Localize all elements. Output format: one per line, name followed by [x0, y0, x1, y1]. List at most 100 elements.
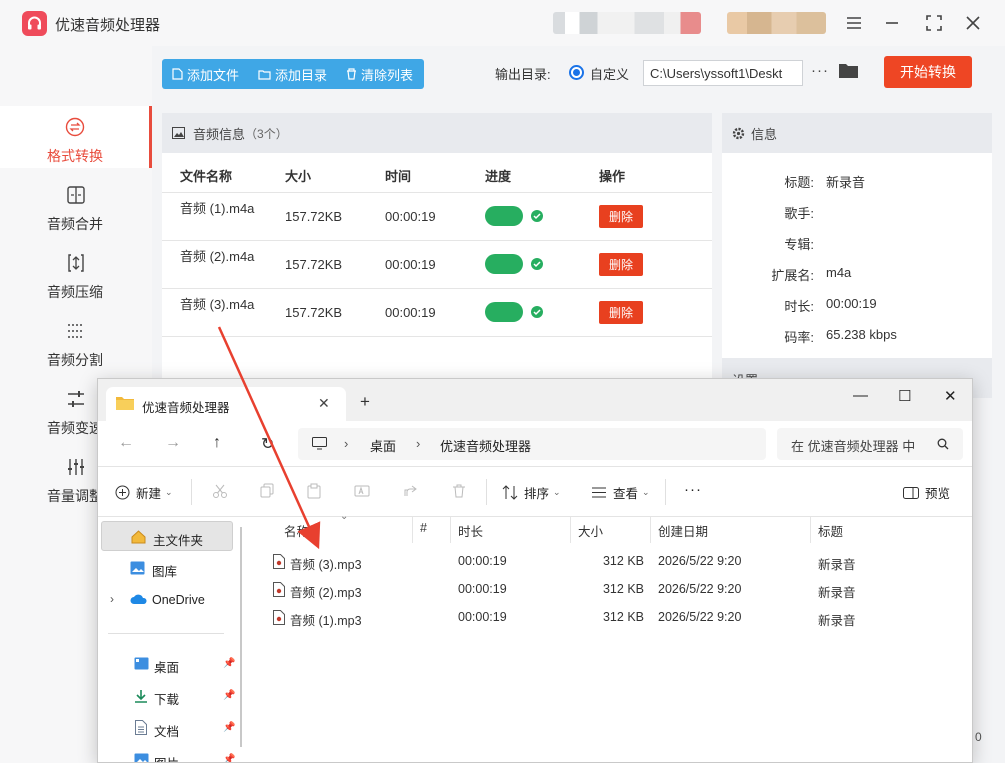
nav-scrollbar[interactable] — [238, 517, 244, 762]
browse-more-icon[interactable]: ··· — [811, 62, 829, 79]
open-folder-icon[interactable] — [838, 62, 859, 82]
col-action: 操作 — [599, 169, 626, 184]
background-status-text: 0 — [975, 730, 982, 744]
pin-icon[interactable]: 📌 — [223, 754, 235, 762]
info-value: 65.238 kbps — [826, 327, 897, 342]
menu-icon[interactable] — [841, 10, 867, 36]
refresh-icon[interactable]: ↻ — [261, 434, 274, 454]
list-item[interactable]: 音频 (3).mp3 00:00:19 312 KB 2026/5/22 9:2… — [248, 548, 968, 576]
nav-label: 桌面 — [154, 661, 180, 675]
file-created: 2026/5/22 9:20 — [658, 554, 742, 568]
delete-button[interactable]: 删除 — [599, 301, 643, 324]
close-tab-icon[interactable]: ✕ — [318, 395, 330, 412]
preview-label: 预览 — [925, 487, 951, 501]
explorer-tab[interactable]: 优速音频处理器 ✕ — [106, 387, 346, 421]
sort-icon — [502, 485, 518, 500]
col-size[interactable]: 大小 — [578, 521, 603, 540]
nav-item-documents[interactable]: 文档 📌 — [101, 713, 235, 743]
nav-label: 图片 — [154, 753, 179, 762]
back-icon[interactable]: ← — [118, 434, 134, 452]
file-toolbar: 添加文件 添加目录 清除列表 — [162, 59, 424, 89]
up-icon[interactable]: ↑ — [213, 434, 221, 452]
nav-item-pictures[interactable]: 图片 📌 — [101, 745, 235, 762]
sidebar-item-split[interactable]: 音频分割 — [0, 310, 152, 372]
format-convert-icon — [0, 116, 149, 138]
search-placeholder: 在 优速音频处理器 中 — [791, 439, 916, 454]
sidebar-item-compress[interactable]: 音频压缩 — [0, 242, 152, 304]
close-icon[interactable] — [960, 10, 986, 36]
explorer-nav-bar: ← → ↑ ↻ › 桌面 › 优速音频处理器 在 优速音频处理器 中 — [98, 421, 972, 467]
col-duration[interactable]: 时长 — [458, 521, 483, 540]
clear-list-button[interactable]: 清除列表 — [336, 59, 422, 89]
col-created[interactable]: 创建日期 — [658, 521, 708, 540]
audio-file-icon — [273, 554, 285, 569]
col-name[interactable]: 名称 — [284, 521, 309, 540]
list-item[interactable]: 音频 (1).mp3 00:00:19 312 KB 2026/5/22 9:2… — [248, 604, 968, 632]
divider — [450, 517, 451, 543]
nav-item-downloads[interactable]: 下载 📌 — [101, 681, 235, 711]
nav-item-gallery[interactable]: 图库 — [101, 553, 233, 583]
address-bar[interactable]: › 桌面 › 优速音频处理器 — [298, 428, 766, 460]
add-directory-label: 添加目录 — [275, 67, 328, 83]
minimize-icon[interactable]: — — [853, 387, 868, 404]
chevron-right-icon[interactable]: › — [110, 592, 114, 606]
preview-button[interactable]: 预览 — [903, 483, 950, 502]
redacted-user-info — [553, 12, 701, 34]
add-directory-button[interactable]: 添加目录 — [248, 59, 336, 89]
breadcrumb-folder[interactable]: 优速音频处理器 — [440, 436, 531, 455]
compress-icon — [0, 252, 152, 274]
col-title[interactable]: 标题 — [818, 521, 843, 540]
info-value: 00:00:19 — [826, 296, 877, 311]
rename-icon[interactable] — [354, 483, 370, 502]
table-row: 音频 (2).m4a 157.72KB 00:00:19 删除 — [162, 241, 712, 289]
redacted-account — [727, 12, 826, 34]
delete-icon[interactable] — [451, 483, 467, 502]
delete-button[interactable]: 删除 — [599, 205, 643, 228]
maximize-icon[interactable]: ☐ — [898, 387, 911, 405]
file-size: 157.72KB — [285, 257, 343, 272]
check-icon — [531, 306, 543, 318]
new-button[interactable]: 新建 ⌄ — [115, 483, 173, 502]
audio-file-icon — [273, 582, 285, 597]
nav-item-desktop[interactable]: 桌面 📌 — [101, 649, 235, 679]
explorer-command-bar: 新建 ⌄ 排序 ⌄ 查看 ⌄ ··· 预览 — [98, 467, 972, 517]
list-scrollbar[interactable] — [966, 517, 972, 762]
chevron-down-icon: ⌄ — [642, 487, 650, 497]
audio-panel-title: 音频信息 — [193, 126, 246, 142]
list-item[interactable]: 音频 (2).mp3 00:00:19 312 KB 2026/5/22 9:2… — [248, 576, 968, 604]
sort-button[interactable]: 排序 ⌄ — [502, 483, 561, 502]
nav-item-onedrive[interactable]: › OneDrive — [101, 585, 233, 615]
info-key: 专辑: — [784, 237, 814, 252]
sidebar-item-format-convert[interactable]: 格式转换 — [0, 106, 152, 168]
search-input[interactable]: 在 优速音频处理器 中 — [777, 428, 963, 460]
share-icon[interactable] — [402, 483, 418, 502]
custom-radio[interactable] — [569, 65, 584, 80]
pin-icon[interactable]: 📌 — [223, 722, 235, 733]
output-path-input[interactable] — [643, 60, 803, 86]
delete-button[interactable]: 删除 — [599, 253, 643, 276]
maximize-icon[interactable] — [921, 10, 947, 36]
start-convert-button[interactable]: 开始转换 — [884, 56, 972, 88]
copy-icon[interactable] — [259, 483, 275, 502]
forward-icon[interactable]: → — [165, 434, 181, 452]
view-button[interactable]: 查看 ⌄ — [591, 483, 650, 502]
divider — [191, 479, 192, 505]
new-tab-icon[interactable]: + — [360, 392, 370, 412]
nav-item-home[interactable]: 主文件夹 — [101, 521, 233, 551]
pin-icon[interactable]: 📌 — [223, 690, 235, 701]
sort-label: 排序 — [524, 487, 550, 501]
info-key: 标题: — [784, 175, 814, 190]
close-icon[interactable]: ✕ — [944, 387, 957, 405]
paste-icon[interactable] — [306, 483, 322, 502]
file-time: 00:00:19 — [385, 257, 436, 272]
minimize-icon[interactable] — [879, 10, 905, 36]
add-file-button[interactable]: 添加文件 — [162, 59, 248, 89]
pin-icon[interactable]: 📌 — [223, 658, 235, 669]
file-name: 音频 (2).mp3 — [290, 586, 362, 600]
preview-pane-icon — [903, 486, 919, 499]
col-number[interactable]: # — [420, 521, 427, 535]
sidebar-item-merge[interactable]: 音频合并 — [0, 174, 152, 236]
breadcrumb-desktop[interactable]: 桌面 — [370, 436, 396, 455]
more-options-button[interactable]: ··· — [684, 481, 702, 498]
cut-icon[interactable] — [212, 483, 228, 502]
